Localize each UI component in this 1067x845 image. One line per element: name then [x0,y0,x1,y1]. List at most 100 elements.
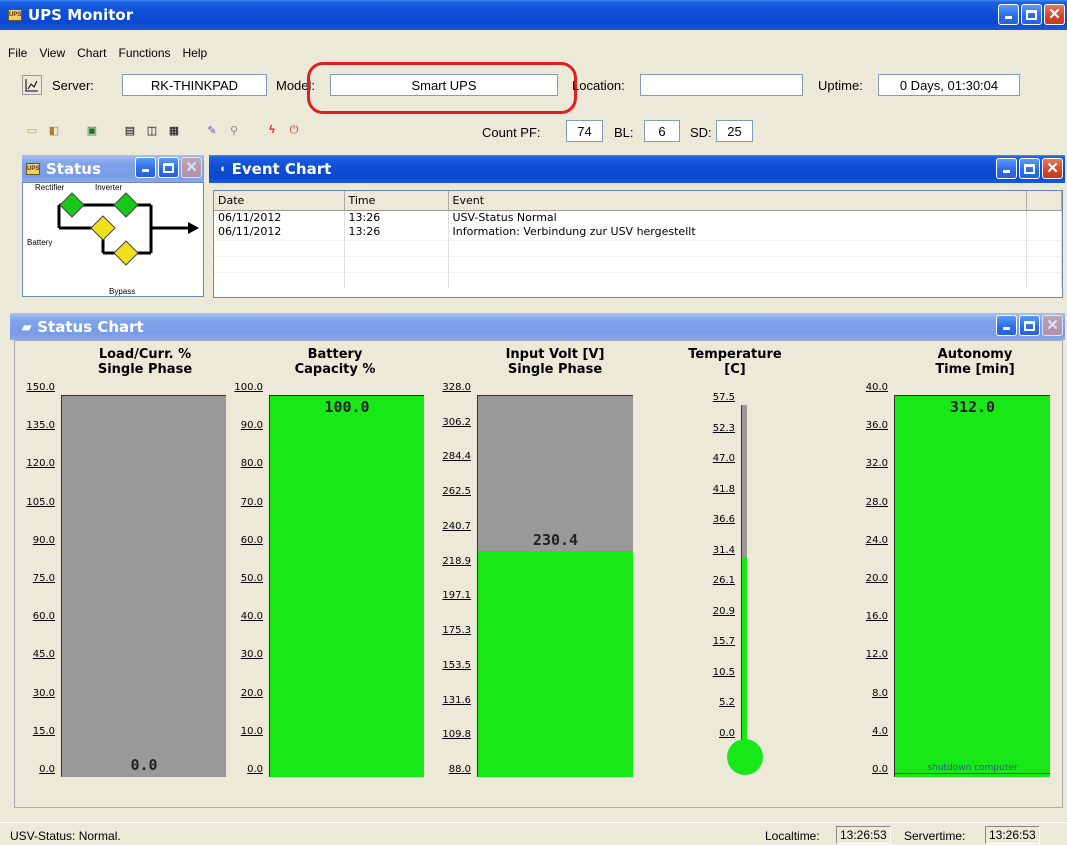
tick-label-input-volt: 328.0 [442,382,471,393]
open-button[interactable]: ▭ [22,120,42,140]
minimize-button[interactable] [998,4,1019,25]
gauge-title-temperature: Temperature [C] [688,347,782,377]
tick-label-temperature: 10.5 [712,666,735,678]
gauge-bar-input-volt: 230.4 [477,395,633,777]
rectifier-label: Rectifier [35,183,65,192]
battery-label: Battery [27,238,53,247]
column-header-event[interactable]: Event [448,191,1027,211]
gauge-title-battery: Battery Capacity % [294,347,376,377]
tick-label-battery: 40.0 [240,611,263,623]
gauge-title-autonomy: Autonomy Time [min] [935,347,1015,377]
chart-toggle-button[interactable] [22,75,42,95]
status-text: USV-Status: Normal. [10,829,121,843]
tick-label-input-volt: 218.9 [442,555,471,567]
tick-label-load: 0.0 [39,764,55,775]
gauge-bar-autonomy: 312.0 shutdown computer [894,395,1050,777]
tick-label-temperature: 0.0 [719,728,735,739]
maximize-icon [163,162,174,173]
highlight-circle [307,62,577,114]
count-pf-label: Count PF: [482,125,541,140]
gauge-value-load: 0.0 [130,756,158,774]
table-row-empty [214,239,1062,256]
table-row[interactable]: 06/11/2012 13:26 Information: Verbindung… [214,225,1062,240]
status-close-button[interactable]: ✕ [181,157,202,178]
menu-chart[interactable]: Chart [71,46,112,60]
bl-value: 6 [658,123,666,139]
tick-label-input-volt: 88.0 [448,764,471,775]
close-icon: ✕ [1046,160,1059,177]
uptime-field: 0 Days, 01:30:04 [878,74,1020,96]
thermometer-bulb [727,739,763,775]
uptime-value: 0 Days, 01:30:04 [899,77,999,93]
plug-button[interactable]: ⏻ [284,120,304,140]
tools-button[interactable]: ⚲ [224,120,244,140]
tick-label-autonomy: 32.0 [865,458,888,470]
tick-label-autonomy: 24.0 [865,534,888,546]
chart-close-button[interactable]: ✕ [1042,315,1063,336]
tick-label-load: 60.0 [32,611,55,623]
gauge-value-battery: 100.0 [324,398,370,416]
status-chart-title: Status Chart [37,317,144,336]
tick-label-load: 105.0 [26,496,55,508]
tick-label-battery: 100.0 [234,382,263,393]
status-diagram-panel: Rectifier Inverter Battery Bypass [22,182,204,297]
menu-file[interactable]: File [2,46,33,60]
menu-functions[interactable]: Functions [112,46,176,60]
plug-icon: ⏻ [289,123,299,136]
status-window-titlebar[interactable]: UPS Status ✕ [22,155,204,182]
tick-label-battery: 60.0 [240,534,263,546]
settings-icon: ▦ [168,124,180,137]
menu-help[interactable]: Help [177,46,214,60]
status-maximize-button[interactable] [158,157,179,178]
status-minimize-button[interactable] [135,157,156,178]
location-field[interactable] [640,74,803,96]
chart-minimize-button[interactable] [996,315,1017,336]
event-date: 06/11/2012 [214,225,345,240]
wrench-icon: ⚲ [229,124,239,137]
event-chart-icon: ◖ [219,163,226,175]
bl-field: 6 [644,120,680,142]
maximize-button[interactable] [1021,4,1042,25]
ups-connect-button[interactable]: ▣ [82,120,102,140]
menu-view[interactable]: View [33,46,71,60]
event-table-header: Date Time Event [214,191,1062,211]
event-minimize-button[interactable] [996,158,1017,179]
tick-label-temperature: 26.1 [712,575,735,587]
server-field[interactable]: RK-THINKPAD [122,74,267,96]
settings-button[interactable]: ▦ [164,120,184,140]
gauge-value-autonomy: 312.0 [949,398,996,416]
event-close-button[interactable]: ✕ [1042,158,1063,179]
tick-label-temperature: 57.5 [712,392,735,403]
column-header-date[interactable]: Date [214,191,345,211]
event-table: Date Time Event 06/11/2012 13:26 USV-Sta… [214,191,1062,288]
main-titlebar[interactable]: UPS UPS Monitor ✕ [0,0,1067,30]
event-chart-titlebar[interactable]: ◖ Event Chart ✕ [209,155,1065,183]
table-row[interactable]: 06/11/2012 13:26 USV-Status Normal [214,210,1062,225]
tick-label-temperature: 5.2 [719,697,735,709]
minimize-icon [1003,170,1010,173]
status-chart-panel: Load/Curr. % Single Phase Battery Capaci… [14,340,1063,808]
column-header-time[interactable]: Time [344,191,449,211]
folder-open-icon: ▭ [26,124,38,137]
tick-label-input-volt: 262.5 [442,486,471,498]
edit-button[interactable]: ✎ [202,120,222,140]
close-button[interactable]: ✕ [1044,4,1065,25]
chart-maximize-button[interactable] [1019,315,1040,336]
gauge-title-input-volt: Input Volt [V] Single Phase [505,347,605,377]
tick-label-battery: 10.0 [240,725,263,737]
tick-label-load: 75.0 [32,573,55,584]
tick-label-temperature: 31.4 [712,544,735,556]
shutdown-button[interactable]: ϟ [262,120,282,140]
location-label: Location: [572,78,625,93]
report-button[interactable]: ▤ [120,120,140,140]
chart-icon [25,79,38,92]
event-maximize-button[interactable] [1019,158,1040,179]
ups-device-icon: ▣ [86,124,98,137]
document-icon: ▤ [124,124,136,137]
preview-button[interactable]: ◫ [142,120,162,140]
status-chart-titlebar[interactable]: ▰ Status Chart ✕ [10,313,1065,340]
table-row-empty [214,255,1062,272]
open-folder-button[interactable]: ◧ [44,120,64,140]
status-chart-icon: ▰ [22,319,32,334]
tick-label-input-volt: 153.5 [442,659,471,671]
